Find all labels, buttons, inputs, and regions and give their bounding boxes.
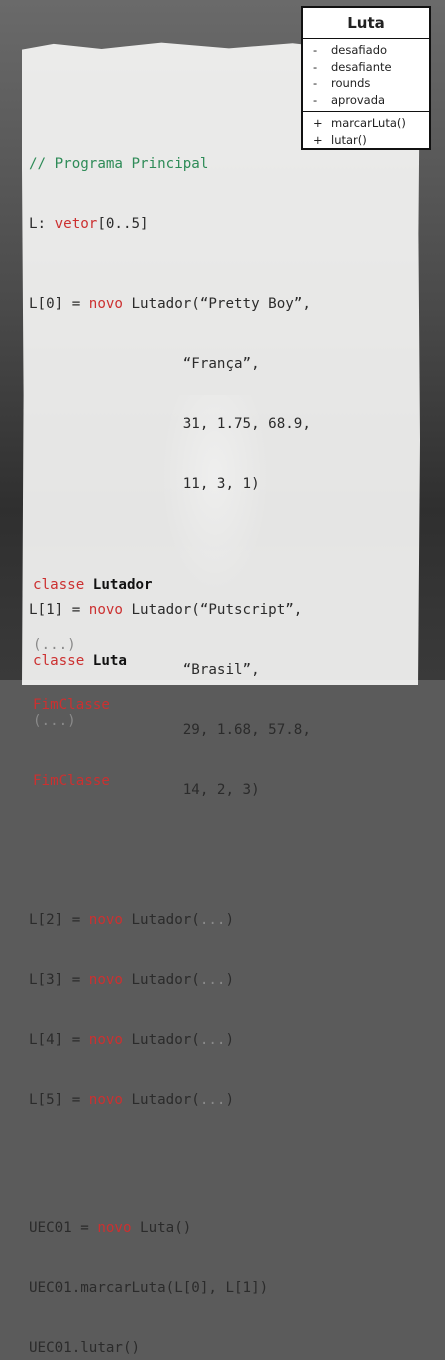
uml-methods: + marcarLuta() + lutar() [303,112,429,151]
visibility-marker: - [313,76,318,90]
class-end: FimClasse [33,773,110,789]
code-ellipsis: ... [199,1032,226,1048]
visibility-marker: - [313,92,318,107]
uml-method: + marcarLuta() [313,115,429,132]
code-keyword: novo [97,1220,132,1236]
code-line-l4: L[4] = novo Lutador(...) [29,1030,311,1050]
code-text: Luta() [131,1220,192,1236]
visibility-marker: - [313,43,318,57]
class-name: Luta [92,653,127,669]
code-text: ) [225,1092,235,1108]
code-line-uec-marcar: UEC01.marcarLuta(L[0], L[1]) [29,1280,269,1296]
code-text: Lutador( [122,912,200,928]
code-text: L[0] = [29,296,89,312]
code-keyword: novo [88,1092,123,1108]
code-line-l5: L[5] = novo Lutador(...) [29,1090,311,1110]
code-text: L[4] = [29,1032,89,1048]
uml-attribute: - rounds [313,75,429,92]
class-header: classe Lutador [33,575,153,595]
code-comment: // Programa Principal [29,156,209,172]
code-line-l0-arg: 31, 1.75, 68.9, [29,416,311,432]
code-text: Lutador( [122,1092,200,1108]
code-keyword: classe [33,577,85,593]
code-ellipsis: ... [199,1092,226,1108]
uml-attribute: - aprovada [313,92,429,109]
uml-class-title: Luta [303,8,429,39]
class-body: (...) [33,713,76,729]
uml-attribute: - desafiado [313,42,429,59]
uml-class-box: Luta - desafiado - desafiante - rounds - apr… [301,6,431,150]
code-line-declaration: L: vetor[0..5] [29,214,311,234]
uml-attributes: - desafiado - desafiante - rounds - aprovada [303,39,429,112]
code-text: [0..5] [97,216,149,232]
code-text: Lutador( [122,1032,200,1048]
code-keyword: novo [88,912,123,928]
code-text: L[5] = [29,1092,89,1108]
class-header: classe Luta [33,651,127,671]
code-keyword: vetor [54,216,98,232]
attribute-name: desafiado [331,43,388,57]
code-keyword: novo [88,296,123,312]
code-keyword: novo [88,972,123,988]
visibility-marker: - [313,59,318,74]
code-line-l0: L[0] = novo Lutador(“Pretty Boy”, [29,294,311,314]
code-line-l0-arg: 11, 3, 1) [29,476,260,492]
code-text: ) [225,972,235,988]
class-stub-luta: classe Luta (...) FimClasse [33,611,127,811]
code-ellipsis: ... [199,972,226,988]
uml-attribute: - desafiante [313,59,429,76]
code-keyword: classe [33,653,85,669]
code-text: L[3] = [29,972,89,988]
attribute-name: rounds [331,76,371,90]
code-line-l3: L[3] = novo Lutador(...) [29,970,311,990]
code-line-l0-arg: “França”, [29,356,260,372]
method-name: lutar() [331,132,367,147]
code-keyword: novo [88,1032,123,1048]
uml-method: + lutar() [313,132,429,149]
visibility-marker: + [313,132,323,147]
code-text: ) [225,912,235,928]
code-line-uec-lutar: UEC01.lutar() [29,1340,141,1356]
class-name: Lutador [92,577,153,593]
code-text: L: [29,216,55,232]
attribute-name: desafiante [331,59,392,74]
code-text: UEC01 = [29,1220,98,1236]
visibility-marker: + [313,116,323,130]
code-text: ) [225,1032,235,1048]
method-name: marcarLuta() [331,116,406,130]
code-line-uec-new: UEC01 = novo Luta() [29,1218,311,1238]
code-text: Lutador( [122,972,200,988]
code-ellipsis: ... [199,912,226,928]
code-text: Lutador(“Pretty Boy”, [122,296,311,312]
code-line-comment: // Programa Principal [29,154,311,174]
code-line-l2: L[2] = novo Lutador(...) [29,910,311,930]
attribute-name: aprovada [331,92,386,107]
code-text: L[2] = [29,912,89,928]
